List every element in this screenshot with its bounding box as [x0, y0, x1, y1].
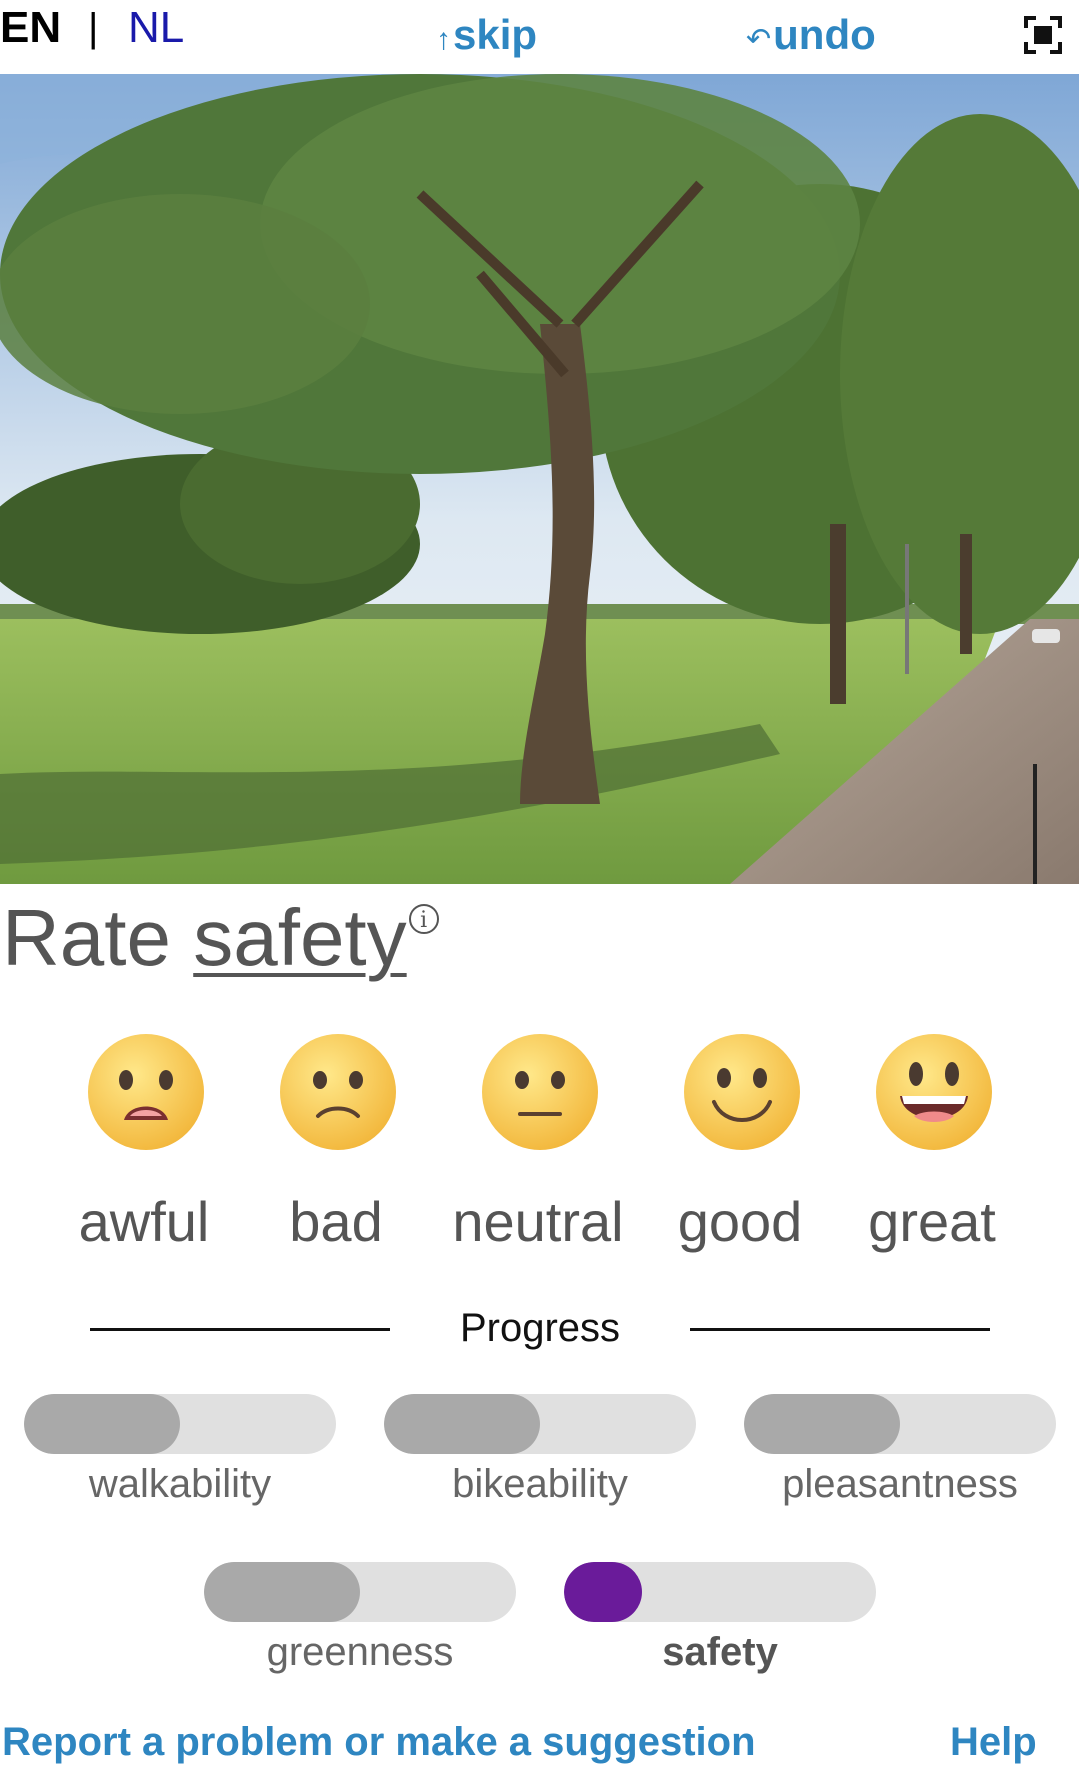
footer: Report a problem or make a suggestion He…: [0, 1720, 1079, 1780]
rate-label: Rate: [2, 893, 171, 982]
rating-label: bad: [289, 1190, 383, 1253]
progress-track: [204, 1562, 516, 1622]
progress-bikeability: bikeability: [384, 1394, 696, 1506]
progress-label: walkability: [88, 1462, 272, 1506]
help-link[interactable]: Help: [950, 1720, 1037, 1765]
language-nl[interactable]: NL: [128, 2, 184, 54]
progress-pleasantness: pleasantness: [744, 1394, 1056, 1506]
undo-label: undo: [773, 11, 876, 58]
awful-face-icon: [88, 1034, 204, 1150]
progress-safety: safety: [564, 1562, 876, 1674]
progress-label: greenness: [266, 1630, 454, 1674]
progress-fill: [204, 1562, 360, 1622]
language-en[interactable]: EN: [0, 2, 61, 54]
progress-header: Progress: [90, 1300, 990, 1360]
great-face-icon: [876, 1034, 992, 1150]
divider: [690, 1328, 990, 1331]
undo-button[interactable]: ↶undo: [746, 10, 876, 65]
rate-prompt: Rate safety i: [2, 890, 439, 986]
arrow-up-icon: ↑: [436, 23, 451, 56]
rating-label: awful: [78, 1190, 210, 1253]
progress-fill: [564, 1562, 642, 1622]
rating-topic[interactable]: safety: [193, 893, 406, 982]
skip-label: skip: [453, 11, 538, 58]
rating-great[interactable]: great: [832, 1030, 1032, 1260]
rating-awful[interactable]: awful: [44, 1030, 244, 1260]
skip-button[interactable]: ↑skip: [436, 10, 537, 65]
progress-track: [744, 1394, 1056, 1454]
street-panorama-photo: [0, 74, 1079, 884]
progress-fill: [384, 1394, 540, 1454]
top-bar: EN | NL ↑skip ↶undo: [0, 0, 1079, 74]
progress-walkability: walkability: [24, 1394, 336, 1506]
rating-good[interactable]: good: [640, 1030, 840, 1260]
undo-icon: ↶: [746, 23, 772, 56]
progress-track: [24, 1394, 336, 1454]
language-separator: |: [88, 6, 99, 50]
rating-bad[interactable]: bad: [236, 1030, 436, 1260]
fullscreen-icon[interactable]: [1024, 16, 1062, 54]
progress-fill: [24, 1394, 180, 1454]
rating-options: awful bad neutral good great: [0, 1030, 1079, 1260]
neutral-face-icon: [482, 1034, 598, 1150]
progress-track: [384, 1394, 696, 1454]
good-face-icon: [684, 1034, 800, 1150]
progress-label: bikeability: [452, 1462, 628, 1506]
rating-label: great: [868, 1190, 996, 1253]
rating-neutral[interactable]: neutral: [438, 1030, 638, 1260]
progress-label: safety: [662, 1630, 778, 1674]
report-problem-link[interactable]: Report a problem or make a suggestion: [2, 1720, 756, 1765]
progress-greenness: greenness: [204, 1562, 516, 1674]
progress-track: [564, 1562, 876, 1622]
rating-label: neutral: [452, 1190, 624, 1253]
info-icon[interactable]: i: [408, 904, 439, 934]
bad-face-icon: [280, 1034, 396, 1150]
rating-label: good: [677, 1190, 803, 1253]
progress-label: pleasantness: [782, 1462, 1018, 1506]
progress-fill: [744, 1394, 900, 1454]
